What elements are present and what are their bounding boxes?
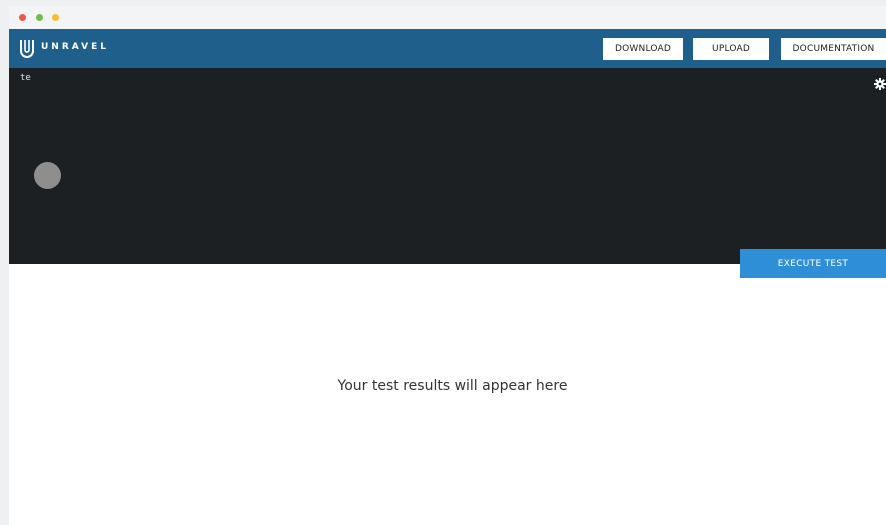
- code-editor[interactable]: te: [9, 68, 886, 264]
- upload-button[interactable]: UPLOAD: [693, 38, 769, 60]
- app-header: UNRAVEL DOWNLOAD UPLOAD DOCUMENTATION: [9, 29, 886, 68]
- browser-window: UNRAVEL DOWNLOAD UPLOAD DOCUMENTATION te…: [9, 6, 886, 525]
- brand-name: UNRAVEL: [41, 42, 109, 52]
- editor-content[interactable]: te: [20, 73, 31, 83]
- maximize-window-button[interactable]: [52, 14, 59, 21]
- cursor-indicator: [34, 162, 61, 189]
- results-placeholder: Your test results will appear here: [337, 378, 568, 394]
- minimize-window-button[interactable]: [36, 14, 43, 21]
- window-titlebar: [9, 6, 886, 29]
- download-button[interactable]: DOWNLOAD: [603, 38, 683, 60]
- unravel-logo-icon: [20, 40, 34, 58]
- gear-icon[interactable]: [874, 78, 886, 90]
- documentation-button[interactable]: DOCUMENTATION: [781, 38, 886, 60]
- close-window-button[interactable]: [19, 14, 26, 21]
- execute-test-button[interactable]: EXECUTE TEST: [740, 249, 886, 278]
